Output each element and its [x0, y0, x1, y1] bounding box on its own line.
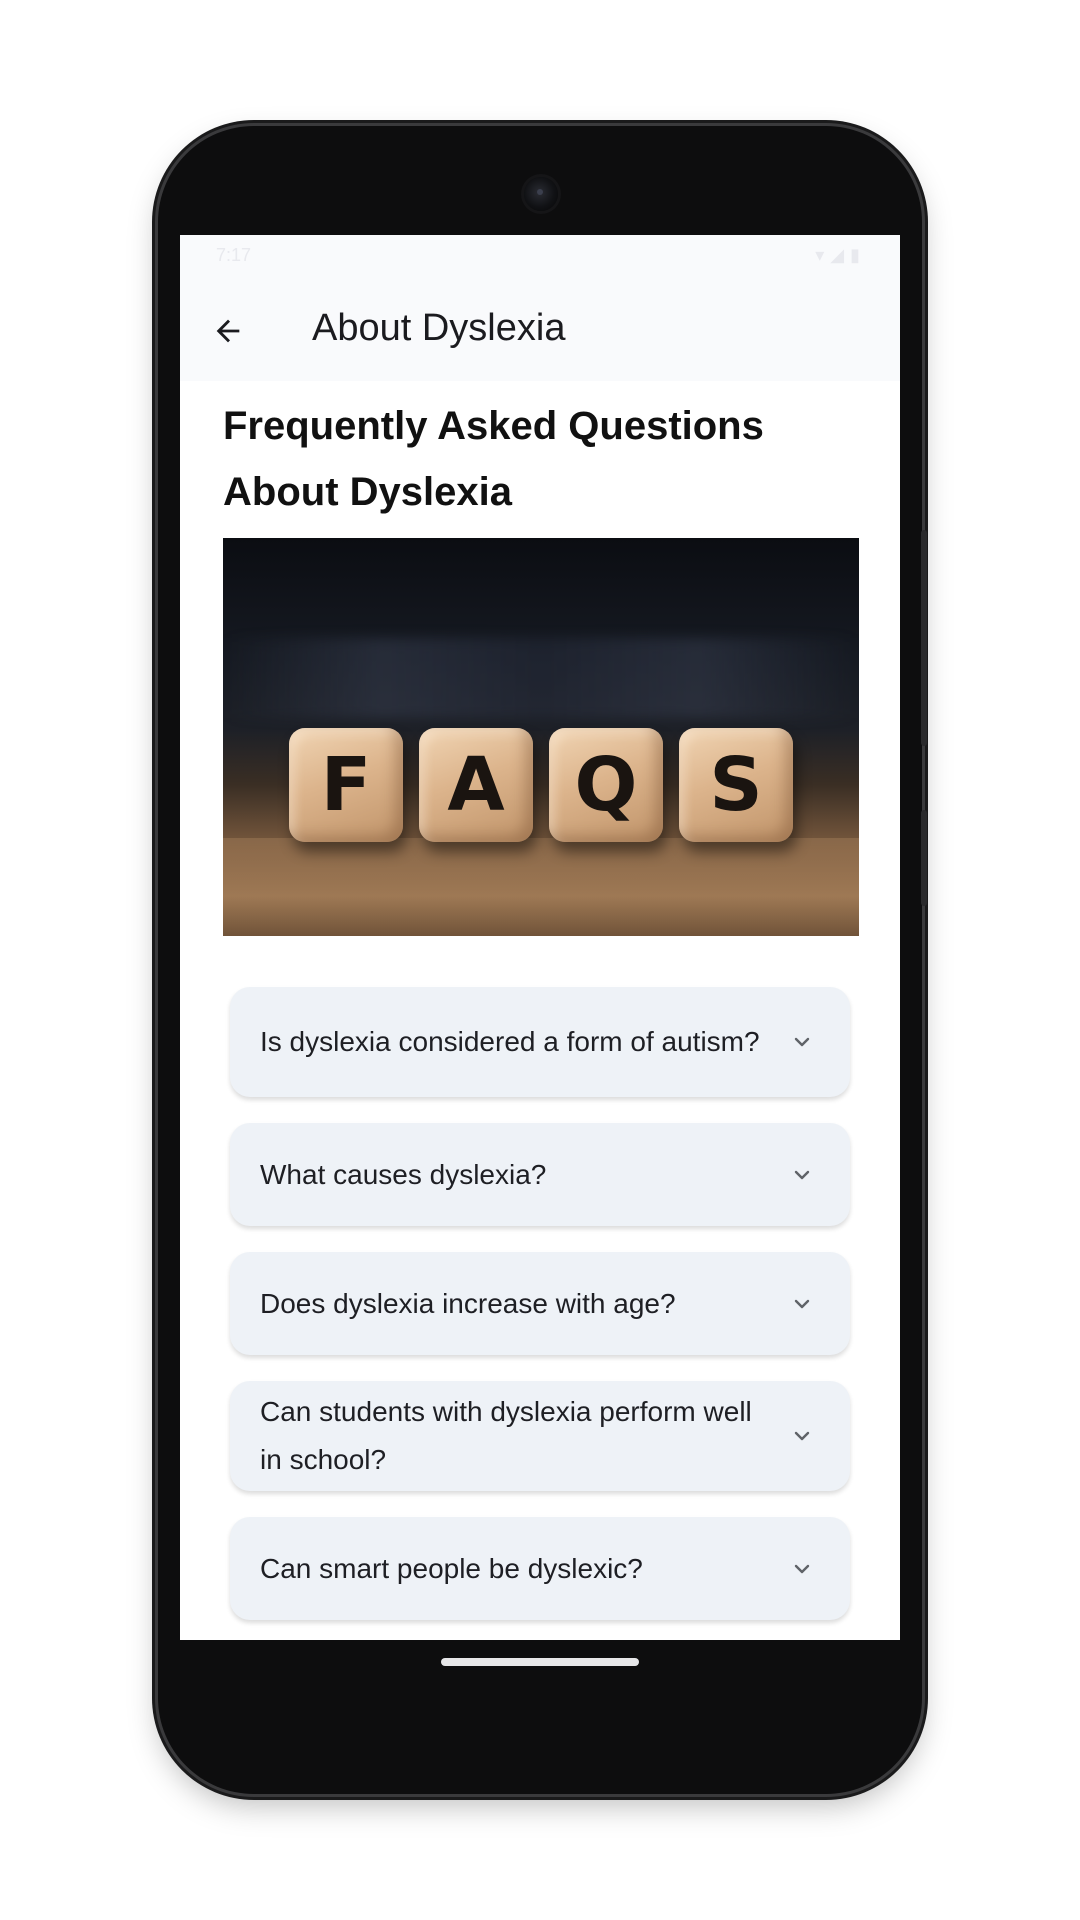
app-screen: 7:17 ▾◢▮ About Dyslexia Frequently Asked… — [180, 235, 900, 1640]
status-bar: 7:17 ▾◢▮ — [180, 235, 900, 277]
faq-question: Can students with dyslexia perform well … — [260, 1396, 752, 1475]
chevron-down-icon[interactable] — [790, 1163, 814, 1187]
signal-icon: ◢ — [830, 245, 851, 265]
chevron-down-icon[interactable] — [790, 1030, 814, 1054]
arrow-left-icon — [216, 319, 240, 343]
faqs-hero-image: F A Q S — [223, 538, 859, 936]
letter-cube: Q — [549, 728, 663, 842]
volume-button — [921, 810, 927, 906]
faq-item[interactable]: Can smart people be dyslexic? — [230, 1517, 850, 1620]
faq-item[interactable]: Can students with dyslexia perform well … — [230, 1381, 850, 1491]
app-bar-title: About Dyslexia — [312, 307, 566, 349]
background-blur — [223, 638, 859, 718]
table-surface — [223, 838, 859, 936]
chevron-down-icon[interactable] — [790, 1292, 814, 1316]
status-icons: ▾◢▮ — [815, 245, 866, 266]
letter-cube: A — [419, 728, 533, 842]
faq-item[interactable]: Does dyslexia increase with age? — [230, 1252, 850, 1355]
faq-item[interactable]: What causes dyslexia? — [230, 1123, 850, 1226]
chevron-down-icon[interactable] — [790, 1424, 814, 1448]
front-camera — [524, 177, 558, 211]
app-bar: About Dyslexia — [180, 277, 900, 381]
letter-cube: S — [679, 728, 793, 842]
faq-question: What causes dyslexia? — [260, 1158, 547, 1190]
wifi-icon: ▾ — [815, 245, 831, 265]
faq-list: Is dyslexia considered a form of autism?… — [230, 987, 850, 1640]
chevron-down-icon[interactable] — [790, 1557, 814, 1581]
home-gesture-bar[interactable] — [441, 1658, 639, 1666]
letter-cube: F — [289, 728, 403, 842]
content-scroll[interactable]: Frequently Asked Questions About Dyslexi… — [180, 381, 900, 1640]
faq-item[interactable]: Is dyslexia considered a form of autism? — [230, 987, 850, 1097]
faq-question: Does dyslexia increase with age? — [260, 1287, 676, 1319]
faq-question: Can smart people be dyslexic? — [260, 1552, 643, 1584]
back-button[interactable] — [208, 311, 248, 351]
status-time: 7:17 — [216, 245, 252, 265]
system-nav-bar — [180, 1640, 900, 1760]
power-button — [921, 530, 927, 746]
battery-icon: ▮ — [850, 245, 866, 265]
page-title: Frequently Asked Questions About Dyslexi… — [223, 404, 764, 514]
faq-question: Is dyslexia considered a form of autism? — [260, 1026, 760, 1057]
